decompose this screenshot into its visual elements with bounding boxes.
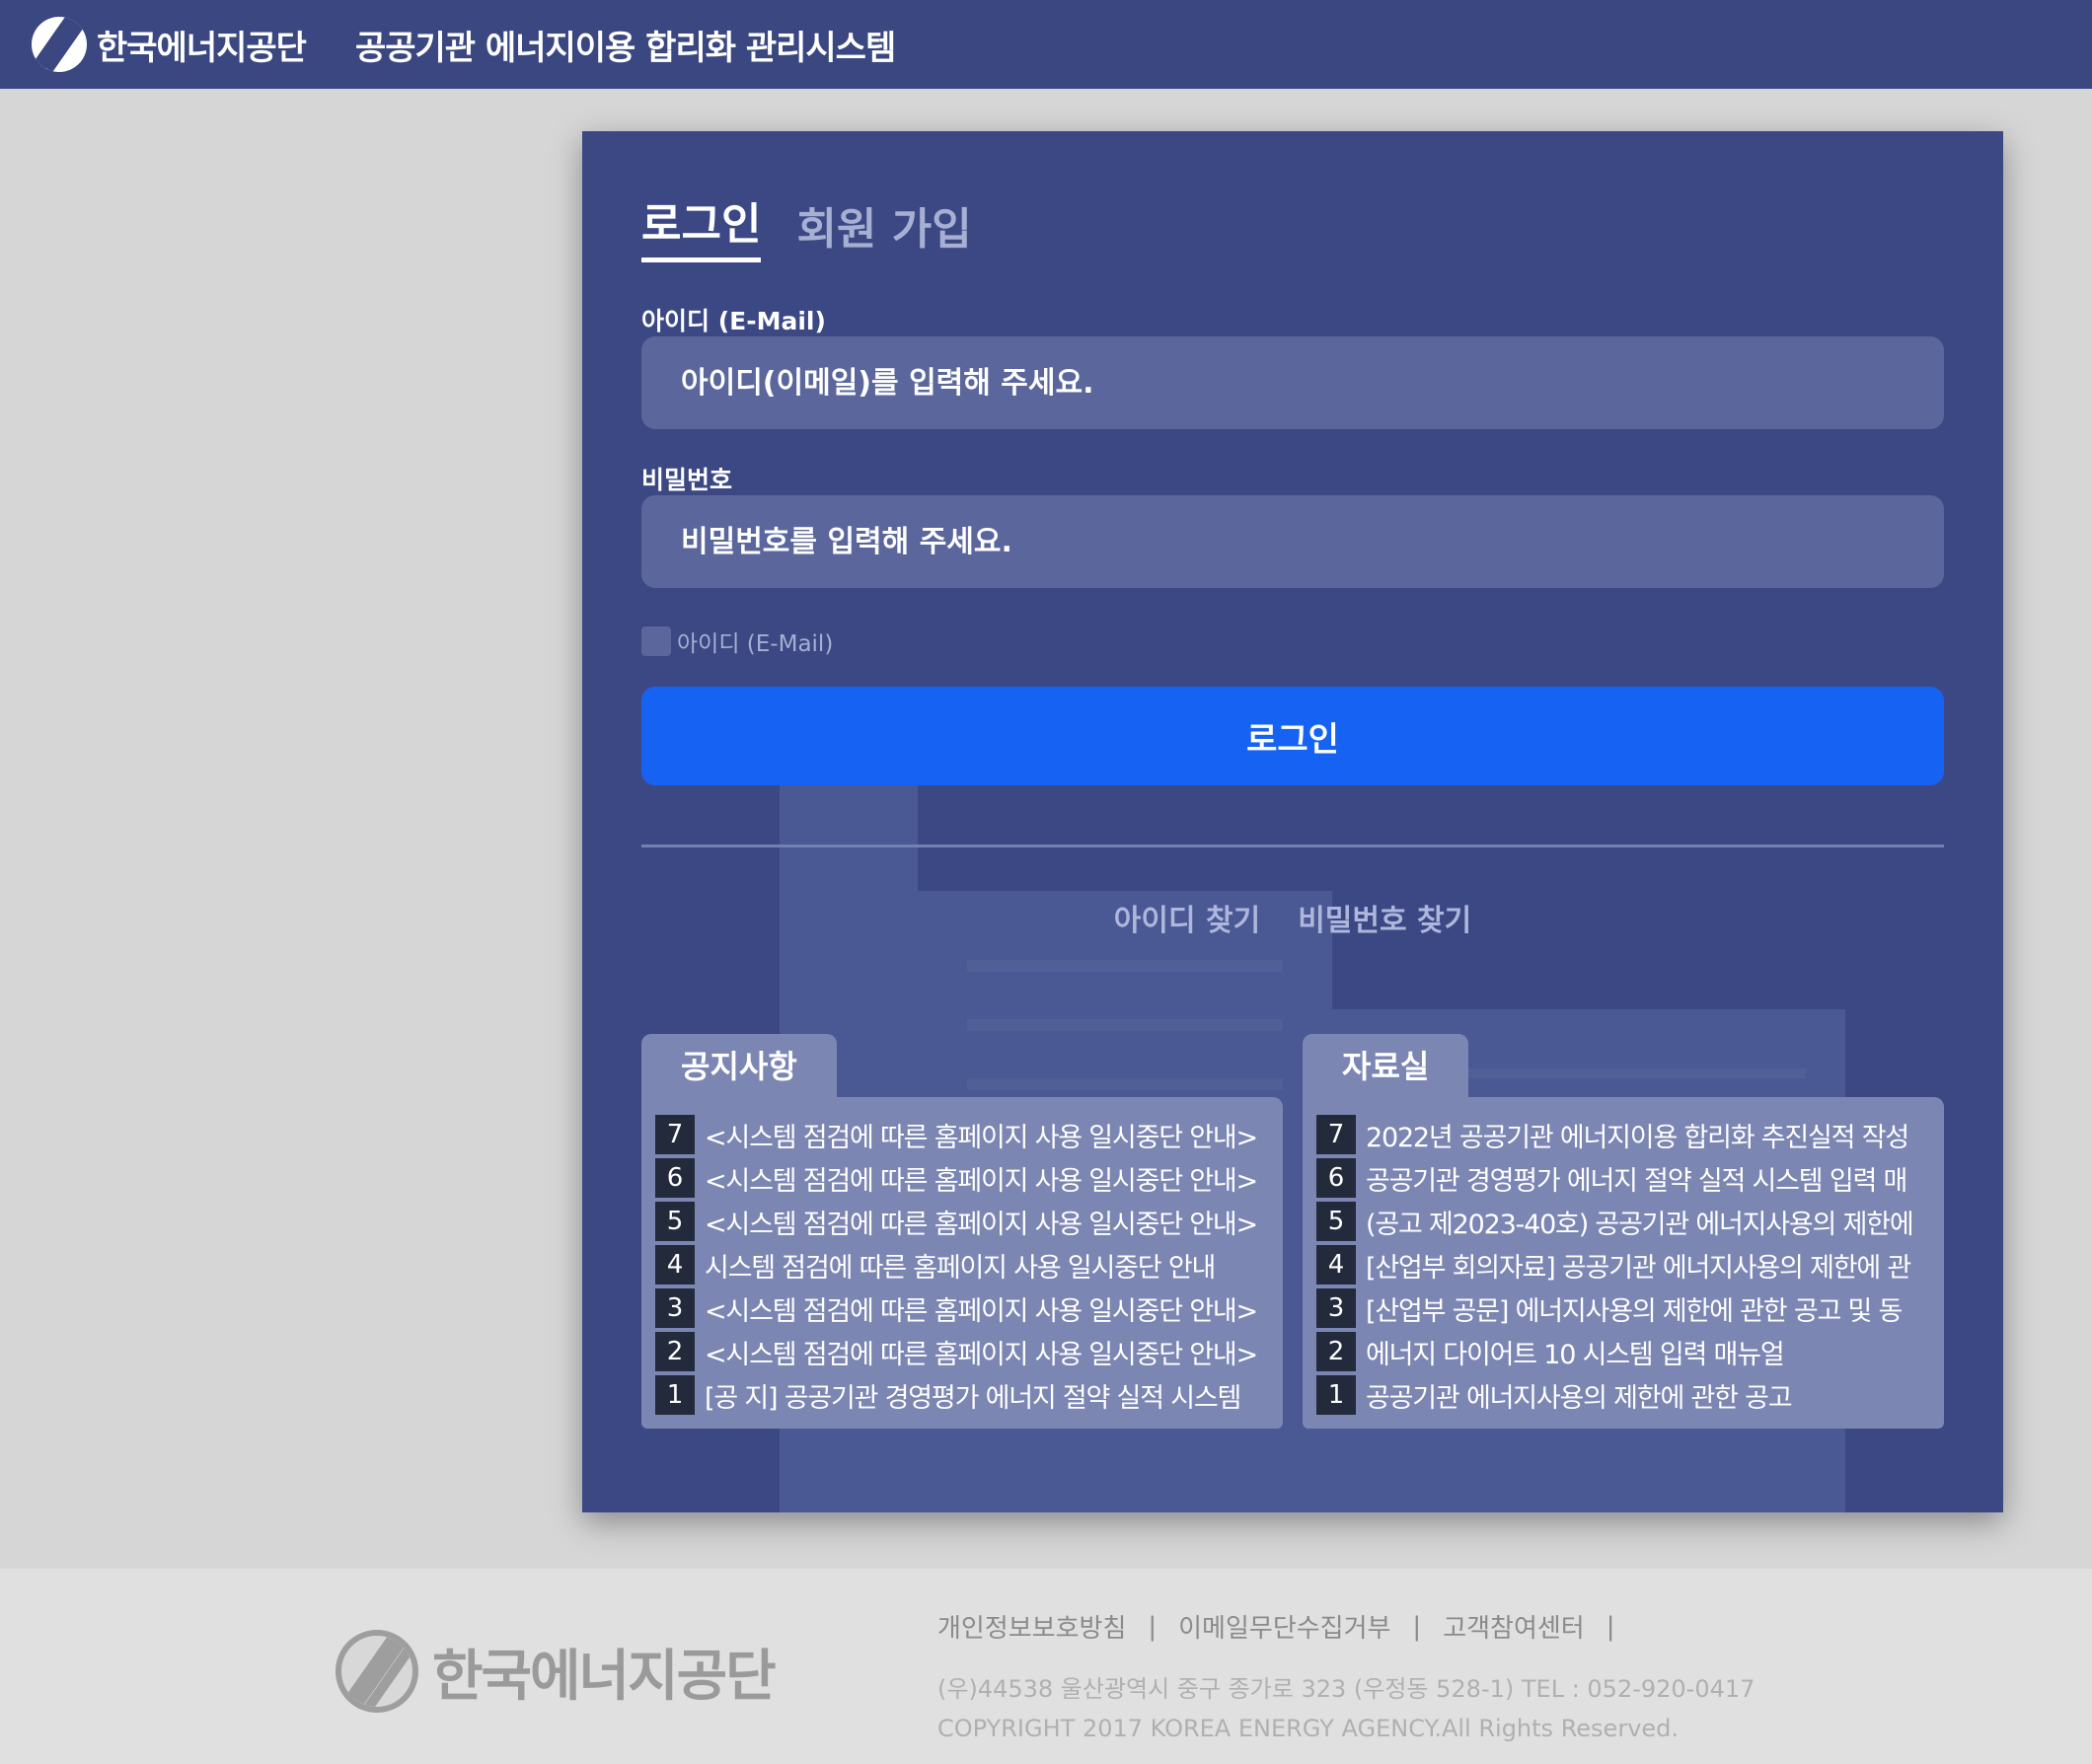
notice-number: 6 (655, 1158, 695, 1198)
archive-title[interactable]: [산업부 공문] 에너지사용의 제한에 관한 공고 및 동 (1366, 1289, 1918, 1328)
notice-number: 3 (655, 1288, 695, 1328)
notice-board-tab[interactable]: 공지사항 (641, 1034, 837, 1099)
find-id-link[interactable]: 아이디 찾기 (1114, 896, 1260, 939)
kea-logo-icon (336, 1630, 418, 1713)
email-refusal-link[interactable]: 이메일무단수집거부 (1178, 1608, 1390, 1645)
tab-login[interactable]: 로그인 (641, 188, 762, 262)
archive-item[interactable]: 6 공공기관 경영평가 에너지 절약 실적 시스템 입력 매 (1316, 1156, 1930, 1200)
top-header: 한국에너지공단 공공기관 에너지이용 합리화 관리시스템 (0, 0, 2092, 89)
footer: 한국에너지공단 개인정보보호방침 | 이메일무단수집거부 | 고객참여센터 | … (0, 1569, 2092, 1764)
footer-links: 개인정보보호방침 | 이메일무단수집거부 | 고객참여센터 | (937, 1608, 1636, 1645)
notice-board: 공지사항 7 <시스템 점검에 따른 홈페이지 사용 일시중단 안내> 6 <시… (641, 1034, 1283, 1429)
archive-number: 6 (1316, 1158, 1356, 1198)
footer-logo-text: 한국에너지공단 (432, 1644, 777, 1709)
notice-title[interactable]: <시스템 점검에 따른 홈페이지 사용 일시중단 안내> (705, 1333, 1257, 1371)
archive-number: 1 (1316, 1375, 1356, 1415)
footer-copyright: COPYRIGHT 2017 KOREA ENERGY AGENCY.All R… (937, 1715, 1680, 1742)
notice-number: 5 (655, 1202, 695, 1241)
archive-board: 자료실 7 2022년 공공기관 에너지이용 합리화 추진실적 작성 6 공공기… (1303, 1034, 1944, 1429)
archive-item[interactable]: 5 (공고 제2023-40호) 공공기관 에너지사용의 제한에 (1316, 1200, 1930, 1243)
archive-title[interactable]: 2022년 공공기관 에너지이용 합리화 추진실적 작성 (1366, 1116, 1918, 1154)
remember-id-label: 아이디 (E-Mail) (677, 631, 834, 657)
login-panel: 로그인 회원 가입 아이디 (E-Mail) 비밀번호 아이디 (E-Mail)… (582, 131, 2003, 1512)
archive-title[interactable]: 공공기관 경영평가 에너지 절약 실적 시스템 입력 매 (1366, 1159, 1918, 1198)
notice-title[interactable]: <시스템 점검에 따른 홈페이지 사용 일시중단 안내> (705, 1116, 1257, 1154)
privacy-policy-link[interactable]: 개인정보보호방침 (937, 1608, 1126, 1645)
archive-number: 3 (1316, 1288, 1356, 1328)
archive-board-tab[interactable]: 자료실 (1303, 1034, 1469, 1099)
login-button[interactable]: 로그인 (641, 687, 1944, 785)
notice-item[interactable]: 1 [공 지] 공공기관 경영평가 에너지 절약 실적 시스템 (655, 1373, 1269, 1417)
archive-item[interactable]: 3 [산업부 공문] 에너지사용의 제한에 관한 공고 및 동 (1316, 1286, 1930, 1330)
notice-item[interactable]: 3 <시스템 점검에 따른 홈페이지 사용 일시중단 안내> (655, 1286, 1269, 1330)
footer-logo: 한국에너지공단 (336, 1630, 777, 1713)
notice-number: 2 (655, 1332, 695, 1371)
archive-title[interactable]: 공공기관 에너지사용의 제한에 관한 공고 (1366, 1376, 1918, 1415)
password-input[interactable] (641, 495, 1944, 588)
notice-item[interactable]: 4 시스템 점검에 따른 홈페이지 사용 일시중단 안내 (655, 1243, 1269, 1286)
notice-item[interactable]: 2 <시스템 점검에 따른 홈페이지 사용 일시중단 안내> (655, 1330, 1269, 1373)
archive-item[interactable]: 4 [산업부 회의자료] 공공기관 에너지사용의 제한에 관 (1316, 1243, 1930, 1286)
customer-center-link[interactable]: 고객참여센터 (1443, 1608, 1585, 1645)
logo-text: 한국에너지공단 (97, 28, 307, 68)
footer-address: (우)44538 울산광역시 중구 종가로 323 (우정동 528-1) TE… (937, 1675, 1756, 1703)
notice-item[interactable]: 7 <시스템 점검에 따른 홈페이지 사용 일시중단 안내> (655, 1113, 1269, 1156)
archive-title[interactable]: [산업부 회의자료] 공공기관 에너지사용의 제한에 관 (1366, 1246, 1918, 1285)
archive-item[interactable]: 1 공공기관 에너지사용의 제한에 관한 공고 (1316, 1373, 1930, 1417)
notice-item[interactable]: 6 <시스템 점검에 따른 홈페이지 사용 일시중단 안내> (655, 1156, 1269, 1200)
archive-title[interactable]: 에너지 다이어트 10 시스템 입력 매뉴얼 (1366, 1333, 1918, 1371)
notice-title[interactable]: <시스템 점검에 따른 홈페이지 사용 일시중단 안내> (705, 1203, 1257, 1241)
notice-item[interactable]: 5 <시스템 점검에 따른 홈페이지 사용 일시중단 안내> (655, 1200, 1269, 1243)
find-account-links: 아이디 찾기 비밀번호 찾기 (582, 896, 2003, 939)
remember-id-checkbox[interactable] (641, 626, 671, 656)
notice-number: 4 (655, 1245, 695, 1285)
kea-logo-icon (32, 17, 87, 72)
auth-tabs: 로그인 회원 가입 (641, 188, 972, 262)
separator: | (1148, 1611, 1158, 1642)
email-input[interactable] (641, 336, 1944, 429)
password-field-label: 비밀번호 (641, 466, 733, 494)
archive-number: 4 (1316, 1245, 1356, 1285)
archive-item[interactable]: 7 2022년 공공기관 에너지이용 합리화 추진실적 작성 (1316, 1113, 1930, 1156)
notice-number: 7 (655, 1115, 695, 1154)
notice-title[interactable]: <시스템 점검에 따른 홈페이지 사용 일시중단 안내> (705, 1159, 1257, 1198)
archive-title[interactable]: (공고 제2023-40호) 공공기관 에너지사용의 제한에 (1366, 1203, 1918, 1241)
notice-number: 1 (655, 1375, 695, 1415)
tab-signup[interactable]: 회원 가입 (796, 193, 971, 262)
archive-number: 5 (1316, 1202, 1356, 1241)
archive-item[interactable]: 2 에너지 다이어트 10 시스템 입력 매뉴얼 (1316, 1330, 1930, 1373)
separator: | (1606, 1611, 1615, 1642)
archive-number: 7 (1316, 1115, 1356, 1154)
remember-id: 아이디 (E-Mail) (641, 625, 833, 658)
notice-title[interactable]: <시스템 점검에 따른 홈페이지 사용 일시중단 안내> (705, 1289, 1257, 1328)
find-password-link[interactable]: 비밀번호 찾기 (1298, 896, 1471, 939)
notice-title[interactable]: [공 지] 공공기관 경영평가 에너지 절약 실적 시스템 (705, 1376, 1257, 1415)
notice-list: 7 <시스템 점검에 따른 홈페이지 사용 일시중단 안내> 6 <시스템 점검… (641, 1097, 1283, 1429)
system-title: 공공기관 에너지이용 합리화 관리시스템 (354, 28, 896, 68)
id-field-label: 아이디 (E-Mail) (641, 307, 826, 335)
archive-number: 2 (1316, 1332, 1356, 1371)
notice-title[interactable]: 시스템 점검에 따른 홈페이지 사용 일시중단 안내 (705, 1246, 1257, 1285)
header-logo[interactable]: 한국에너지공단 (32, 17, 307, 72)
separator: | (1412, 1611, 1422, 1642)
divider (641, 845, 1944, 847)
archive-list: 7 2022년 공공기관 에너지이용 합리화 추진실적 작성 6 공공기관 경영… (1303, 1097, 1944, 1429)
